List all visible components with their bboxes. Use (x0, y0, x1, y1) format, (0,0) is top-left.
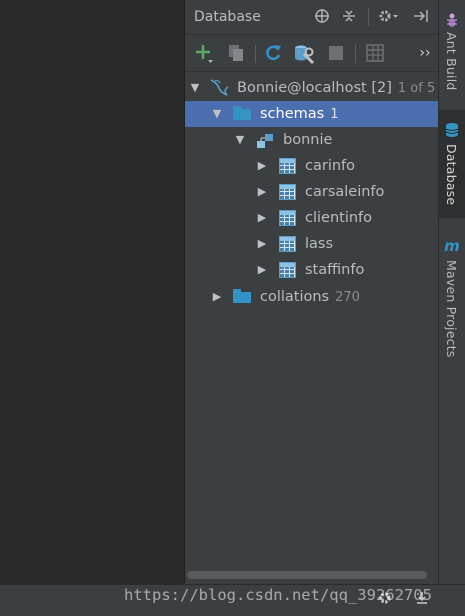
table-icon (279, 158, 297, 174)
schemas-count: 1 (330, 107, 339, 122)
database-icon (444, 122, 460, 138)
connection-count: 1 of 5 (397, 81, 436, 96)
tree-node-table[interactable]: ▶ lass (185, 231, 438, 257)
folder-icon (233, 106, 251, 122)
tree-node-table[interactable]: ▶ carsaleinfo (185, 179, 438, 205)
tab-database-label: Database (444, 144, 459, 206)
tree-node-connection[interactable]: ▼ Bonnie@localhost [2] 1 of 5 (185, 75, 438, 101)
tab-ant-build[interactable]: Ant Build (439, 0, 465, 100)
table-label: staffinfo (305, 262, 365, 278)
tree-node-table[interactable]: ▶ carinfo (185, 153, 438, 179)
watermark: https://blog.csdn.net/qq_39262705 (124, 586, 432, 604)
tool-window-strip: Ant Build Database m Maven Projects (438, 0, 465, 584)
hide-icon[interactable] (413, 8, 429, 24)
toolbar-separator (255, 45, 256, 63)
table-label: lass (305, 236, 334, 252)
tab-maven-projects[interactable]: m Maven Projects (439, 228, 465, 358)
collapsed-arrow-icon[interactable]: ▶ (256, 231, 268, 257)
refresh-icon[interactable] (263, 43, 283, 63)
collapsed-arrow-icon[interactable]: ▶ (256, 179, 268, 205)
collations-label: collations (260, 289, 330, 305)
maven-icon: m (444, 237, 460, 255)
table-icon (279, 210, 297, 226)
horizontal-scrollbar[interactable] (187, 571, 427, 579)
collapsed-arrow-icon[interactable]: ▶ (256, 257, 268, 283)
tab-database[interactable]: Database (439, 110, 465, 218)
editor-area (0, 0, 184, 584)
folder-icon (233, 289, 251, 305)
panel-header: Database (185, 0, 438, 35)
expanded-arrow-icon[interactable]: ▼ (189, 75, 201, 101)
table-editor-icon[interactable] (365, 43, 385, 63)
tab-maven-projects-label: Maven Projects (444, 260, 459, 358)
duplicate-icon[interactable] (226, 43, 246, 63)
add-icon[interactable] (194, 43, 214, 63)
tree-node-table[interactable]: ▶ staffinfo (185, 257, 438, 283)
ant-icon (444, 12, 460, 28)
database-panel: Database ›› ▼ Bonnie@localhost [2] 1 of … (185, 0, 438, 584)
collapsed-arrow-icon[interactable]: ▶ (211, 284, 223, 310)
collapsed-arrow-icon[interactable]: ▶ (256, 153, 268, 179)
gear-icon[interactable] (377, 8, 399, 24)
schema-icon (256, 132, 274, 148)
tree-node-collations[interactable]: ▶ collations 270 (185, 284, 438, 310)
schema-label: bonnie (283, 132, 333, 148)
table-icon (279, 262, 297, 278)
mysql-dolphin-icon (209, 78, 231, 96)
expanded-arrow-icon[interactable]: ▼ (234, 127, 246, 153)
collapsed-arrow-icon[interactable]: ▶ (256, 205, 268, 231)
collations-count: 270 (335, 290, 360, 305)
stop-icon[interactable] (326, 43, 346, 63)
table-label: carsaleinfo (305, 184, 385, 200)
table-label: carinfo (305, 158, 356, 174)
toolbar-separator (355, 45, 356, 63)
table-icon (279, 236, 297, 252)
table-icon (279, 184, 297, 200)
expanded-arrow-icon[interactable]: ▼ (211, 101, 223, 127)
schemas-label: schemas (260, 106, 325, 122)
tree-node-schemas[interactable]: ▼ schemas 1 (185, 101, 438, 127)
tab-ant-build-label: Ant Build (444, 32, 459, 91)
header-separator (368, 8, 369, 26)
more-actions-icon[interactable]: ›› (417, 43, 433, 63)
tree-node-schema-bonnie[interactable]: ▼ bonnie (185, 127, 438, 153)
tree-node-table[interactable]: ▶ clientinfo (185, 205, 438, 231)
table-label: clientinfo (305, 210, 373, 226)
collapse-icon[interactable] (341, 8, 357, 24)
connection-label: Bonnie@localhost [2] (237, 80, 392, 96)
database-toolbar: ›› (185, 35, 438, 72)
panel-title: Database (194, 9, 261, 25)
target-icon[interactable] (314, 8, 330, 24)
data-source-properties-icon[interactable] (293, 43, 315, 65)
